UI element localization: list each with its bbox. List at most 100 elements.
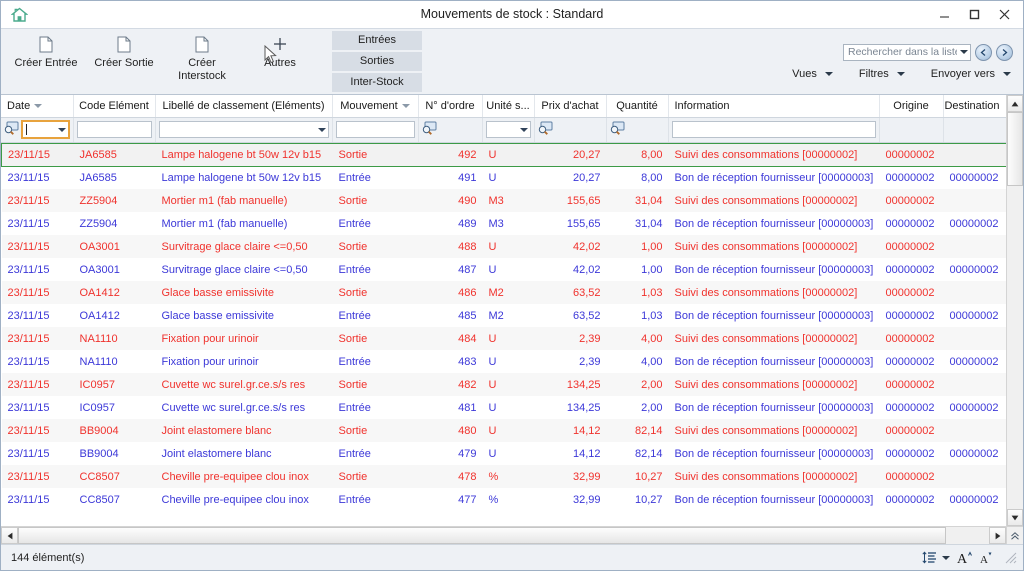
scroll-corner [1006, 527, 1023, 544]
cell-unite: U [482, 258, 535, 281]
scroll-up-button[interactable] [1007, 95, 1023, 112]
column-header-code[interactable]: Code Elément [73, 95, 156, 118]
column-header-origine[interactable]: Origine [879, 95, 944, 118]
cell-mouvement: Sortie [332, 189, 419, 212]
cell-unite: U [482, 235, 535, 258]
table-row[interactable]: 23/11/15 JA6585 Lampe halogene bt 50w 12v … [1, 166, 1006, 189]
filter-cell-unite [482, 117, 535, 143]
data-grid: Date Code Elément Libellé de classement … [1, 95, 1023, 544]
cell-date: 23/11/15 [1, 442, 74, 465]
create-exit-button[interactable]: Créer Sortie [85, 29, 163, 70]
others-label: Autres [264, 57, 296, 69]
table-row[interactable]: 23/11/15 ZZ5904 Mortier m1 (fab manuelle) E… [1, 212, 1006, 235]
minimize-button[interactable] [929, 4, 959, 26]
vertical-scroll-track[interactable] [1007, 112, 1023, 509]
table-row[interactable]: 23/11/15 CC8507 Cheville pre-equipee clou … [1, 488, 1006, 511]
filter-search-icon[interactable] [610, 121, 625, 138]
chevron-down-icon[interactable] [519, 127, 528, 132]
column-header-unite[interactable]: Unité s... [482, 95, 535, 118]
table-row[interactable]: 23/11/15 OA3001 Survitrage glace claire <=… [1, 258, 1006, 281]
cell-origine: 00000002 [879, 142, 944, 167]
vues-menu[interactable]: Vues [792, 68, 833, 80]
maximize-button[interactable] [959, 4, 989, 26]
nav-forward-icon[interactable] [996, 43, 1013, 61]
filter-input-code[interactable] [76, 121, 152, 138]
segment-inter-stock[interactable]: Inter-Stock [332, 73, 422, 92]
cell-ordre: 478 [418, 465, 483, 488]
font-decrease-icon[interactable]: A [980, 550, 994, 565]
record-count-label: 144 élément(s) [11, 551, 85, 564]
cell-mouvement: Sortie [332, 142, 419, 167]
cell-code: IC0957 [73, 373, 156, 396]
resize-grip-icon[interactable] [1005, 552, 1017, 564]
page-icon [117, 34, 131, 54]
cell-information: Suivi des consommations [00000002] [668, 189, 880, 212]
cell-prix: 20,27 [534, 166, 607, 189]
chevron-down-icon[interactable] [57, 127, 66, 132]
create-interstock-button[interactable]: Créer Interstock [163, 29, 241, 83]
column-header-libelle[interactable]: Libellé de classement (Eléments) [155, 95, 333, 118]
filter-input-information[interactable] [671, 121, 876, 138]
filter-search-icon[interactable] [4, 121, 19, 138]
filter-input-date[interactable] [21, 120, 70, 139]
list-sort-icon[interactable] [922, 551, 950, 564]
filter-search-icon[interactable] [422, 121, 437, 138]
scroll-right-button[interactable] [989, 527, 1006, 544]
vertical-scrollbar[interactable] [1006, 95, 1023, 526]
horizontal-scroll-thumb[interactable] [18, 527, 946, 544]
filter-input-mouvement[interactable] [335, 121, 415, 138]
column-header-mouvement[interactable]: Mouvement [332, 95, 419, 118]
vertical-scroll-thumb[interactable] [1007, 112, 1023, 186]
table-row[interactable]: 23/11/15 BB9004 Joint elastomere blanc Sort… [1, 419, 1006, 442]
scroll-down-button[interactable] [1007, 509, 1023, 526]
chevron-down-icon[interactable] [317, 127, 326, 132]
cell-ordre: 492 [418, 142, 483, 167]
horizontal-scrollbar[interactable] [1, 526, 1023, 544]
scroll-left-button[interactable] [1, 527, 18, 544]
page-icon [39, 34, 53, 54]
table-row[interactable]: 23/11/15 IC0957 Cuvette wc surel.gr.ce.s/s… [1, 396, 1006, 419]
others-button[interactable]: Autres [241, 29, 319, 70]
segment-entrees[interactable]: Entrées [332, 31, 422, 50]
table-row[interactable]: 23/11/15 NA1110 Fixation pour urinoir Sorti… [1, 327, 1006, 350]
table-row[interactable]: 23/11/15 OA3001 Survitrage glace claire <=… [1, 235, 1006, 258]
font-increase-icon[interactable]: A [957, 550, 973, 565]
column-header-quantite[interactable]: Quantité [606, 95, 669, 118]
table-row[interactable]: 23/11/15 OA1412 Glace basse emissivite Entr… [1, 304, 1006, 327]
cell-prix: 14,12 [534, 419, 607, 442]
table-row[interactable]: 23/11/15 ZZ5904 Mortier m1 (fab manuelle) S… [1, 189, 1006, 212]
horizontal-scroll-track[interactable] [18, 527, 989, 544]
cell-unite: U [482, 142, 535, 167]
segment-sorties[interactable]: Sorties [332, 52, 422, 71]
filter-cell-origine [879, 117, 944, 143]
filter-search-icon[interactable] [538, 121, 553, 138]
cell-date: 23/11/15 [1, 142, 74, 167]
filtres-menu[interactable]: Filtres [859, 68, 905, 80]
table-row[interactable]: 23/11/15 BB9004 Joint elastomere blanc Entr… [1, 442, 1006, 465]
column-header-ordre[interactable]: N° d'ordre [418, 95, 483, 118]
envoyer-vers-menu[interactable]: Envoyer vers [931, 68, 1011, 80]
column-header-information[interactable]: Information [668, 95, 880, 118]
column-header-destination[interactable]: Destination [943, 95, 1006, 118]
home-icon[interactable] [9, 5, 29, 25]
filter-cell-destination [943, 117, 1006, 143]
table-row[interactable]: 23/11/15 CC8507 Cheville pre-equipee clou … [1, 465, 1006, 488]
cell-unite: U [482, 327, 535, 350]
table-row[interactable]: 23/11/15 IC0957 Cuvette wc surel.gr.ce.s/s… [1, 373, 1006, 396]
table-row[interactable]: 23/11/15 JA6585 Lampe halogene bt 50w 12v … [1, 142, 1006, 167]
column-header-prix[interactable]: Prix d'achat [534, 95, 607, 118]
filter-input-libelle[interactable] [158, 121, 329, 138]
grid-body[interactable]: 23/11/15 JA6585 Lampe halogene bt 50w 12v … [1, 142, 1006, 527]
create-entry-button[interactable]: Créer Entrée [7, 29, 85, 70]
table-row[interactable]: 23/11/15 NA1110 Fixation pour urinoir Entré… [1, 350, 1006, 373]
nav-back-icon[interactable] [975, 43, 992, 61]
column-header-date[interactable]: Date [1, 95, 74, 118]
close-button[interactable] [989, 4, 1019, 26]
cell-prix: 32,99 [534, 488, 607, 511]
cell-date: 23/11/15 [1, 189, 74, 212]
chevron-down-icon[interactable] [960, 50, 968, 54]
chevron-down-icon[interactable] [942, 555, 950, 560]
filter-input-unite[interactable] [485, 121, 531, 138]
table-row[interactable]: 23/11/15 OA1412 Glace basse emissivite Sort… [1, 281, 1006, 304]
search-input[interactable]: Rechercher dans la liste [843, 43, 971, 61]
